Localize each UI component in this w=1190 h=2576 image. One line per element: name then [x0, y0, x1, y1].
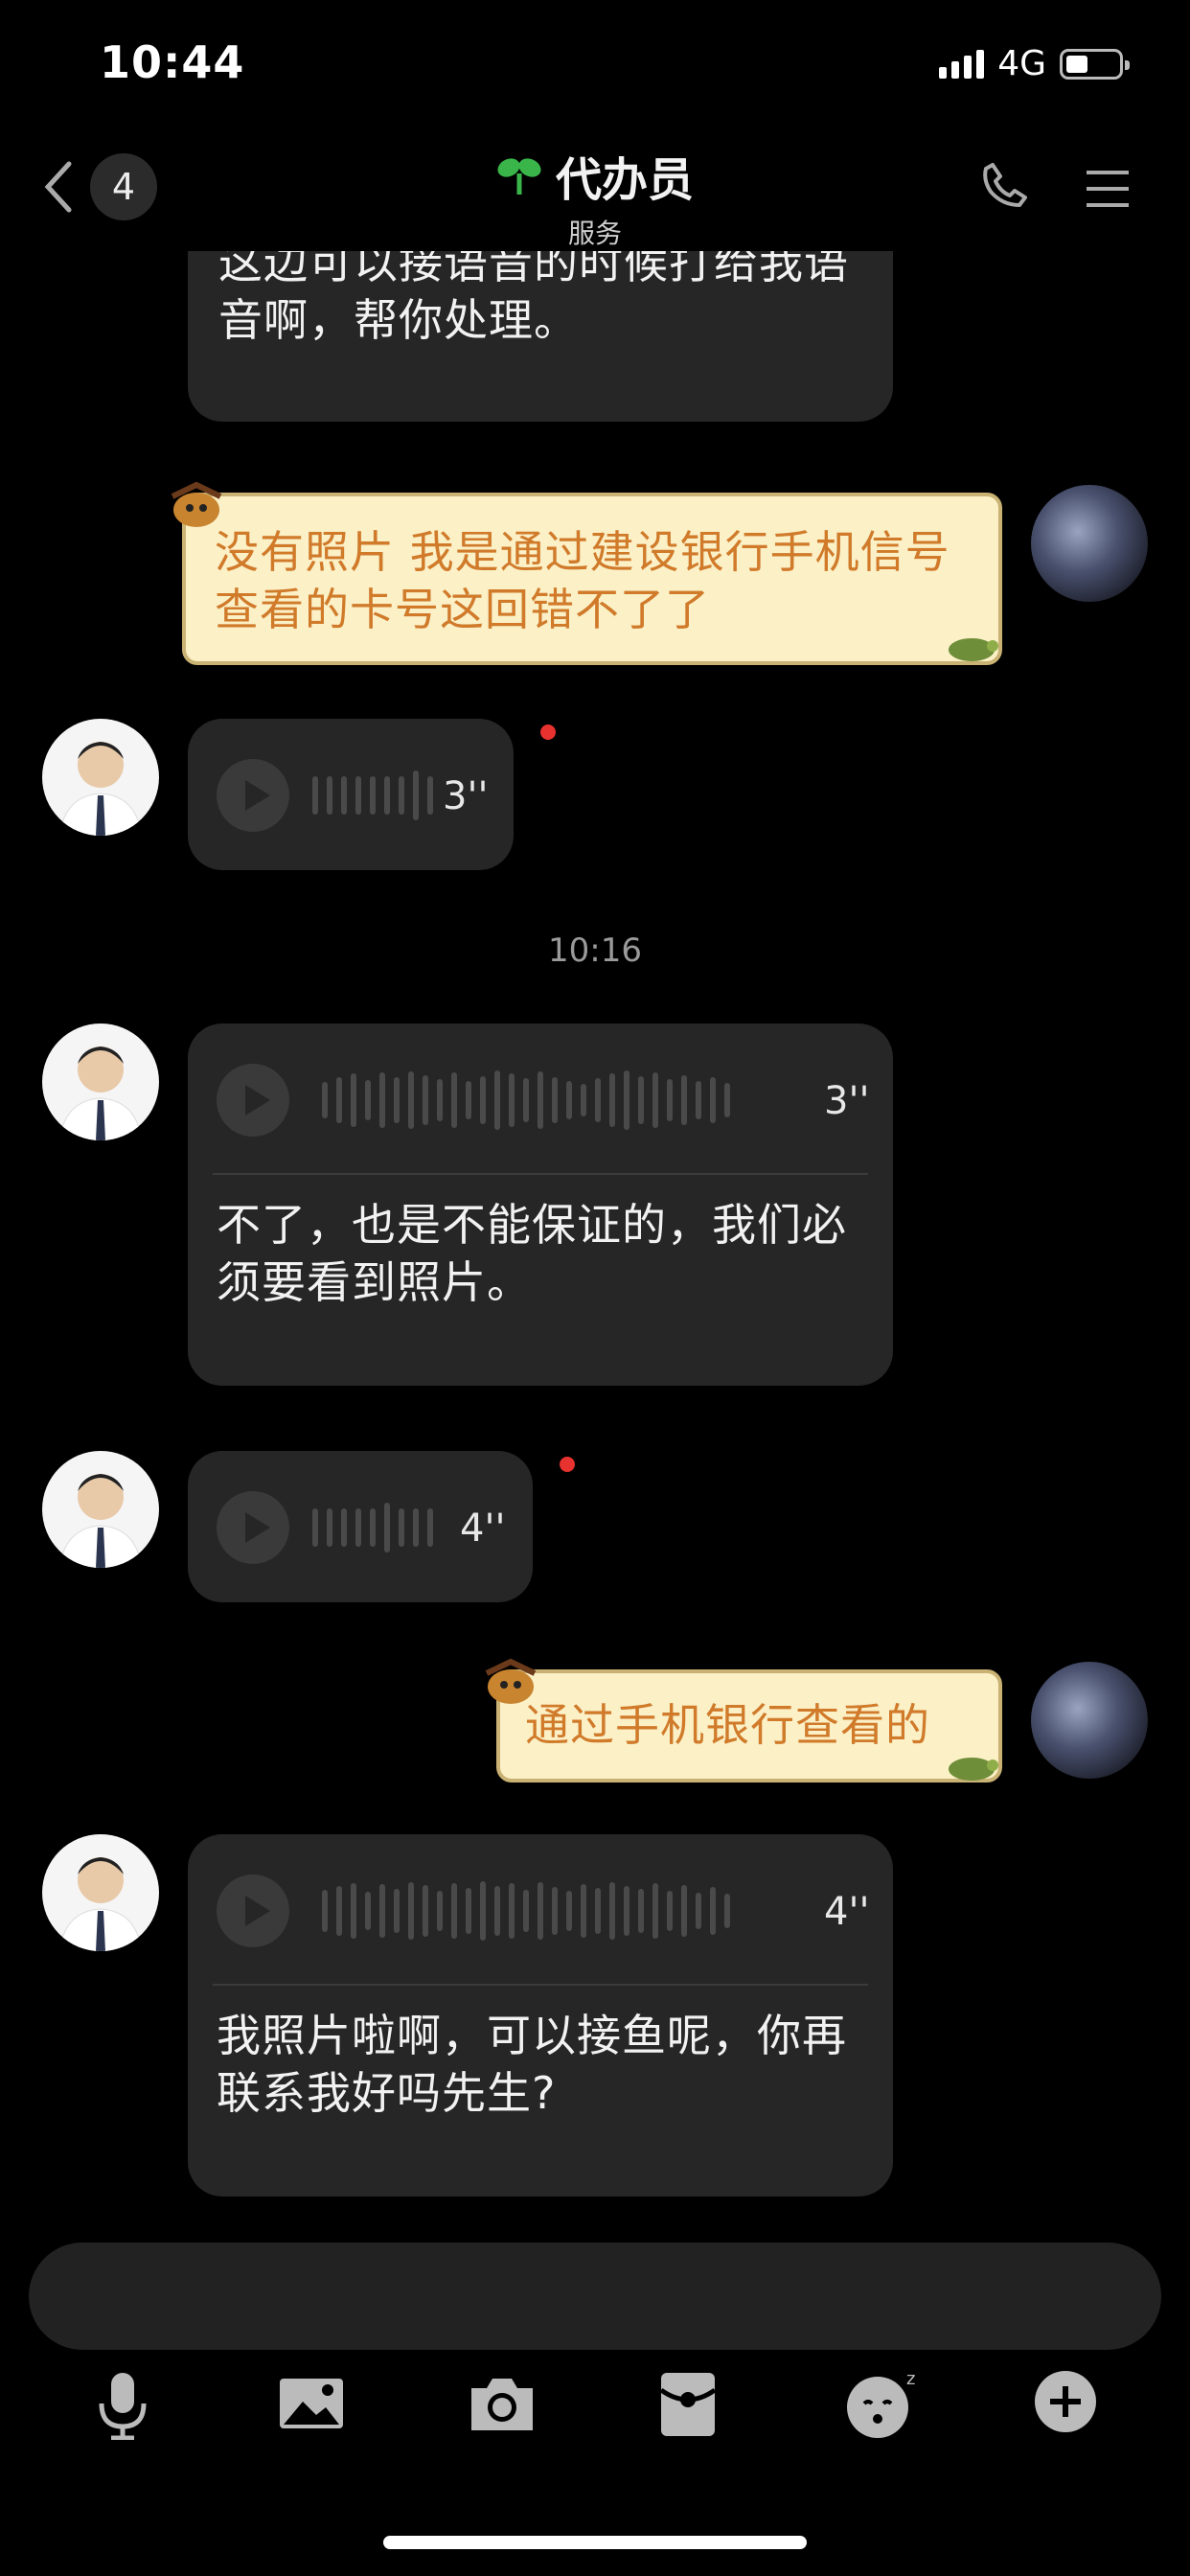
emoji-button[interactable]: z: [845, 2365, 922, 2446]
status-indicators: 4G: [939, 44, 1130, 83]
message-input[interactable]: [29, 2242, 1161, 2350]
microphone-icon: [99, 2373, 147, 2441]
message-bubble-received[interactable]: 这边可以接语音的时候打给我语音啊，帮你处理。: [188, 251, 893, 422]
page-subtitle: 服务: [567, 218, 622, 249]
page-title: 代办员: [555, 153, 694, 207]
contact-avatar[interactable]: [42, 719, 159, 836]
message-list[interactable]: 这边可以接语音的时候打给我语音啊，帮你处理。 没有照片 我是通过建设银行手机信号…: [0, 251, 1190, 2225]
camera-icon: [471, 2379, 533, 2430]
person-avatar-icon: [58, 1474, 143, 1568]
menu-button[interactable]: [1085, 169, 1131, 213]
svg-text:z: z: [906, 2369, 915, 2389]
voice-duration: 3'': [443, 774, 489, 818]
message-text: 这边可以接语音的时候打给我语音啊，帮你处理。: [218, 251, 849, 346]
emoji-icon: z: [847, 2369, 915, 2438]
image-icon: [280, 2379, 343, 2428]
play-icon[interactable]: [217, 1064, 289, 1137]
sticker-decoration-icon: [171, 481, 222, 527]
play-icon[interactable]: [217, 1491, 289, 1564]
transcript-text: 不了，也是不能保证的，我们必须要看到照片。: [217, 1199, 847, 1308]
more-button[interactable]: [1033, 2369, 1098, 2438]
microphone-button[interactable]: [94, 2371, 151, 2444]
plus-icon: [1035, 2371, 1096, 2432]
person-avatar-icon: [58, 742, 143, 836]
turtle-decoration-icon: [949, 1758, 998, 1781]
waveform-icon: [312, 769, 433, 822]
red-packet-icon: [659, 2373, 717, 2436]
message-bubble-sent[interactable]: 通过手机银行查看的: [496, 1669, 1002, 1782]
unread-dot: [560, 1457, 575, 1472]
turtle-decoration-icon: [949, 638, 998, 661]
sticker-decoration-icon: [485, 1658, 537, 1704]
voice-message-bubble[interactable]: 3'': [188, 719, 514, 870]
play-icon[interactable]: [217, 759, 289, 832]
message-text: 通过手机银行查看的: [525, 1699, 930, 1751]
timestamp: 10:16: [548, 932, 642, 970]
home-indicator: [383, 2536, 807, 2549]
voice-duration: 4'': [824, 1890, 870, 1934]
transcript-divider: [213, 1173, 868, 1175]
transcript-text: 我照片啦啊，可以接鱼呢，你再联系我好吗先生?: [217, 2010, 847, 2119]
voice-transcript-bubble[interactable]: 4'' 我照片啦啊，可以接鱼呢，你再联系我好吗先生?: [188, 1834, 893, 2196]
red-packet-button[interactable]: [659, 2371, 717, 2442]
phone-call-button[interactable]: [981, 161, 1029, 213]
unread-dot: [540, 724, 556, 740]
status-time: 10:44: [100, 36, 245, 88]
contact-avatar[interactable]: [42, 1451, 159, 1568]
play-icon[interactable]: [217, 1874, 289, 1947]
waveform-icon: [322, 1068, 730, 1133]
my-avatar[interactable]: [1031, 1662, 1148, 1779]
contact-avatar[interactable]: [42, 1834, 159, 1951]
message-text: 没有照片 我是通过建设银行手机信号查看的卡号这回错不了了: [215, 526, 950, 635]
voice-message-bubble[interactable]: 4'': [188, 1451, 533, 1602]
voice-duration: 3'': [824, 1079, 870, 1123]
voice-transcript-bubble[interactable]: 3'' 不了，也是不能保证的，我们必须要看到照片。: [188, 1024, 893, 1386]
person-avatar-icon: [58, 1857, 143, 1951]
message-bubble-sent[interactable]: 没有照片 我是通过建设银行手机信号查看的卡号这回错不了了: [182, 493, 1002, 665]
camera-button[interactable]: [468, 2373, 537, 2438]
network-type: 4G: [997, 44, 1046, 83]
phone-icon: [983, 163, 1027, 207]
sprout-icon: [497, 158, 541, 195]
transcript-divider: [213, 1984, 868, 1986]
input-toolbar: z: [0, 2369, 1190, 2448]
contact-avatar[interactable]: [42, 1024, 159, 1140]
battery-icon: [1060, 48, 1130, 80]
signal-icon: [939, 49, 985, 79]
image-button[interactable]: [278, 2375, 345, 2436]
waveform-icon: [322, 1878, 730, 1944]
my-avatar[interactable]: [1031, 485, 1148, 602]
hamburger-menu-icon: [1087, 171, 1129, 207]
voice-duration: 4'': [460, 1506, 506, 1551]
waveform-icon: [312, 1501, 433, 1554]
person-avatar-icon: [58, 1046, 143, 1140]
